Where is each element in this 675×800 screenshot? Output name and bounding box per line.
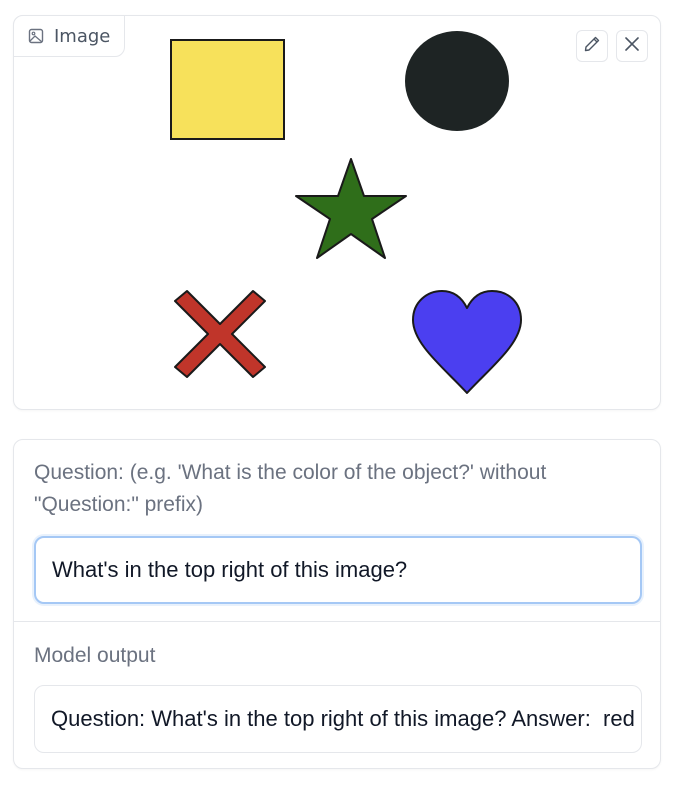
close-icon xyxy=(624,36,640,56)
image-icon xyxy=(28,28,44,44)
red-x xyxy=(174,290,266,378)
question-input[interactable]: What's in the top right of this image? xyxy=(34,536,642,604)
blue-heart xyxy=(412,290,522,394)
image-canvas xyxy=(170,31,522,394)
question-label: Question: (e.g. 'What is the color of th… xyxy=(34,461,547,516)
question-form-panel: Question: (e.g. 'What is the color of th… xyxy=(13,439,661,769)
edit-button[interactable] xyxy=(576,30,608,62)
clear-image-button[interactable] xyxy=(616,30,648,62)
yellow-square xyxy=(170,39,285,140)
green-star xyxy=(295,158,407,259)
pencil-icon xyxy=(583,35,601,57)
model-output-box: Question: What's in the top right of thi… xyxy=(34,685,642,753)
model-output-label: Model output xyxy=(34,644,156,667)
image-badge: Image xyxy=(13,15,126,57)
image-badge-label: Image xyxy=(54,25,111,47)
section-divider xyxy=(14,621,660,622)
image-panel: Image xyxy=(13,15,661,410)
black-circle xyxy=(405,31,509,131)
